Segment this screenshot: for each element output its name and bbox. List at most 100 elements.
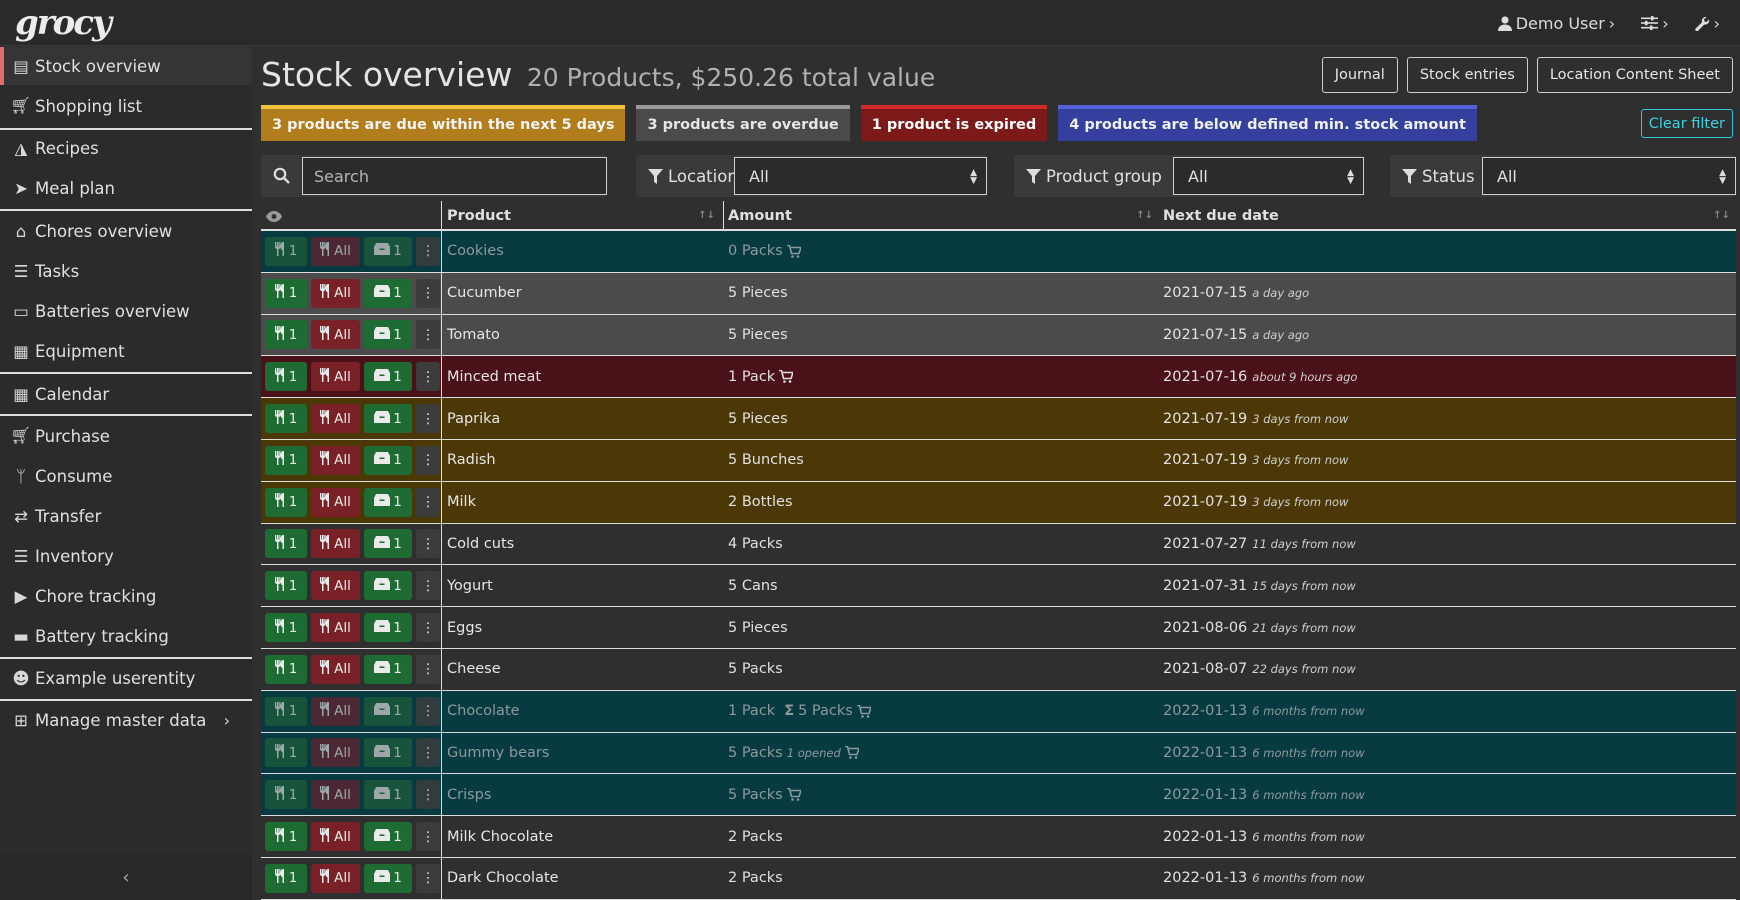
column-header-amount[interactable]: Amount ↑↓ [728,201,1159,231]
search-input[interactable] [302,157,607,195]
status-below-min-stock-filter[interactable]: 4 products are below defined min. stock … [1058,105,1477,141]
product-name[interactable]: Cold cuts [447,524,514,565]
stock-entries-button[interactable]: Stock entries [1406,57,1528,93]
product-group-select[interactable]: All ▲ ▼ [1173,157,1364,195]
consume-all-button[interactable]: All [311,613,360,643]
consume-one-button[interactable]: 1 [265,571,307,601]
column-visibility-toggle[interactable] [266,201,282,231]
consume-one-button[interactable]: 1 [265,445,307,475]
more-actions-button[interactable]: ⋮ [416,278,440,308]
consume-all-button[interactable]: All [311,696,360,726]
open-one-button[interactable]: 1 [364,780,412,810]
sidebar-item-stock-overview[interactable]: ▤ Stock overview [0,47,252,85]
more-actions-button[interactable]: ⋮ [416,696,440,726]
sidebar-item-chore-tracking[interactable]: ▶ Chore tracking [0,577,252,615]
sidebar-item-battery-tracking[interactable]: ▬ Battery tracking [0,617,252,655]
consume-all-button[interactable]: All [311,487,360,517]
consume-all-button[interactable]: All [311,654,360,684]
sidebar-item-chores-overview[interactable]: ⌂ Chores overview [0,212,252,250]
sidebar-collapse-button[interactable]: ‹ [0,854,252,900]
consume-one-button[interactable]: 1 [265,529,307,559]
consume-all-button[interactable]: All [311,445,360,475]
status-overdue-filter[interactable]: 3 products are overdue [636,105,850,141]
open-one-button[interactable]: 1 [364,654,412,684]
more-actions-button[interactable]: ⋮ [416,613,440,643]
open-one-button[interactable]: 1 [364,320,412,350]
consume-one-button[interactable]: 1 [265,236,307,266]
consume-one-button[interactable]: 1 [265,780,307,810]
sidebar-item-batteries-overview[interactable]: ▭ Batteries overview [0,292,252,330]
product-name[interactable]: Eggs [447,607,482,648]
consume-one-button[interactable]: 1 [265,362,307,392]
open-one-button[interactable]: 1 [364,278,412,308]
consume-all-button[interactable]: All [311,863,360,893]
location-content-sheet-button[interactable]: Location Content Sheet [1536,57,1733,93]
status-expired-filter[interactable]: 1 product is expired [860,105,1048,141]
consume-all-button[interactable]: All [311,529,360,559]
open-one-button[interactable]: 1 [364,445,412,475]
more-actions-button[interactable]: ⋮ [416,738,440,768]
status-select[interactable]: All ▲ ▼ [1482,157,1736,195]
product-name[interactable]: Radish [447,440,496,481]
consume-one-button[interactable]: 1 [265,278,307,308]
consume-one-button[interactable]: 1 [265,404,307,434]
tools-menu[interactable]: › [1694,14,1720,33]
consume-one-button[interactable]: 1 [265,320,307,350]
consume-one-button[interactable]: 1 [265,738,307,768]
consume-one-button[interactable]: 1 [265,822,307,852]
consume-one-button[interactable]: 1 [265,696,307,726]
sidebar-item-shopping-list[interactable]: 🛒︎ Shopping list [0,87,252,125]
consume-one-button[interactable]: 1 [265,613,307,643]
sidebar-item-inventory[interactable]: ☰ Inventory [0,537,252,575]
product-name[interactable]: Minced meat [447,356,541,397]
journal-button[interactable]: Journal [1321,57,1398,93]
open-one-button[interactable]: 1 [364,571,412,601]
consume-all-button[interactable]: All [311,404,360,434]
more-actions-button[interactable]: ⋮ [416,529,440,559]
product-name[interactable]: Cookies [447,231,504,272]
open-one-button[interactable]: 1 [364,236,412,266]
consume-all-button[interactable]: All [311,320,360,350]
sidebar-item-equipment[interactable]: ▦ Equipment [0,332,252,370]
more-actions-button[interactable]: ⋮ [416,404,440,434]
settings-menu[interactable]: › [1641,14,1669,33]
open-one-button[interactable]: 1 [364,822,412,852]
column-header-next-due-date[interactable]: Next due date ↑↓ [1163,201,1736,231]
more-actions-button[interactable]: ⋮ [416,863,440,893]
product-name[interactable]: Milk [447,482,476,523]
open-one-button[interactable]: 1 [364,738,412,768]
consume-one-button[interactable]: 1 [265,654,307,684]
column-header-product[interactable]: Product ↑↓ [447,201,721,231]
product-name[interactable]: Crisps [447,774,491,815]
product-name[interactable]: Cheese [447,649,501,690]
more-actions-button[interactable]: ⋮ [416,654,440,684]
product-name[interactable]: Cucumber [447,273,522,314]
sidebar-item-consume[interactable]: ᛘ Consume [0,457,252,495]
consume-one-button[interactable]: 1 [265,863,307,893]
more-actions-button[interactable]: ⋮ [416,445,440,475]
open-one-button[interactable]: 1 [364,696,412,726]
open-one-button[interactable]: 1 [364,529,412,559]
consume-all-button[interactable]: All [311,822,360,852]
more-actions-button[interactable]: ⋮ [416,362,440,392]
sidebar-item-recipes[interactable]: ◮ Recipes [0,129,252,167]
more-actions-button[interactable]: ⋮ [416,780,440,810]
location-select[interactable]: All ▲ ▼ [734,157,987,195]
sidebar-item-tasks[interactable]: ☰ Tasks [0,252,252,290]
consume-all-button[interactable]: All [311,236,360,266]
clear-filter-button[interactable]: Clear filter [1640,109,1733,138]
consume-all-button[interactable]: All [311,362,360,392]
consume-all-button[interactable]: All [311,738,360,768]
more-actions-button[interactable]: ⋮ [416,571,440,601]
consume-all-button[interactable]: All [311,780,360,810]
open-one-button[interactable]: 1 [364,863,412,893]
consume-all-button[interactable]: All [311,278,360,308]
product-name[interactable]: Gummy bears [447,733,549,774]
product-name[interactable]: Paprika [447,398,500,439]
consume-all-button[interactable]: All [311,571,360,601]
more-actions-button[interactable]: ⋮ [416,236,440,266]
user-menu[interactable]: Demo User › [1497,14,1615,33]
open-one-button[interactable]: 1 [364,362,412,392]
sidebar-item-meal-plan[interactable]: ➤ Meal plan [0,169,252,207]
product-name[interactable]: Tomato [447,315,500,356]
